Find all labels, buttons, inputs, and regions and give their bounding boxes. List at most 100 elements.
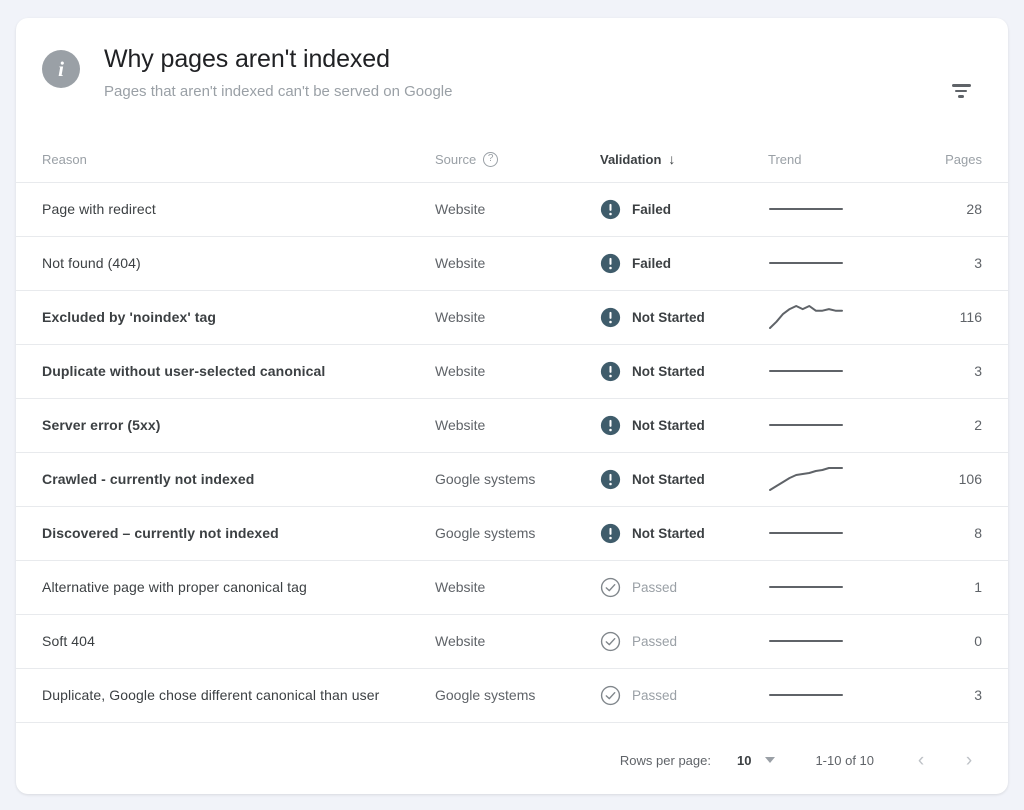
cell-reason[interactable]: Duplicate, Google chose different canoni… (16, 668, 434, 722)
page-root: i Why pages aren't indexed Pages that ar… (0, 0, 1024, 810)
cell-pages: 116 (959, 309, 982, 325)
cell-source: Website (435, 363, 486, 379)
column-header-source[interactable]: Source ? (434, 134, 599, 183)
status-badge: Passed (632, 687, 678, 703)
status-badge: Failed (632, 255, 672, 271)
cell-reason[interactable]: Crawled - currently not indexed (16, 452, 434, 506)
pagination-footer: Rows per page: 10 1-10 of 10 ‹ › (16, 726, 1008, 794)
column-header-source-label: Source (435, 151, 477, 167)
cell-pages: 3 (974, 363, 982, 379)
error-exclamation-icon (600, 199, 621, 220)
table-header-row: Reason Source ? Validation ↓ Trend Pages (16, 134, 1008, 183)
table-row[interactable]: Discovered – currently not indexed Google… (16, 506, 1008, 560)
column-header-reason[interactable]: Reason (16, 134, 434, 183)
cell-source: Website (435, 417, 486, 433)
table-row[interactable]: Duplicate, Google chose different canoni… (16, 668, 1008, 722)
error-exclamation-icon (600, 523, 621, 544)
trend-sparkline (768, 250, 911, 276)
status-badge: Not Started (632, 363, 705, 379)
cell-validation: Not Started (599, 398, 767, 452)
cell-reason[interactable]: Server error (5xx) (16, 398, 434, 452)
arrow-down-icon: ↓ (668, 151, 676, 168)
table-row[interactable]: Duplicate without user-selected canonica… (16, 344, 1008, 398)
pagination-range: 1-10 of 10 (815, 752, 874, 768)
cell-source: Website (435, 309, 486, 325)
chevron-down-icon[interactable] (765, 757, 776, 763)
status-badge: Not Started (632, 525, 705, 541)
cell-validation: Not Started (599, 452, 767, 506)
info-icon: i (42, 50, 80, 88)
chevron-right-icon[interactable]: › (956, 747, 982, 773)
status-badge: Not Started (632, 309, 705, 325)
cell-pages: 106 (958, 471, 982, 487)
page-title: Why pages aren't indexed (104, 45, 390, 73)
cell-reason[interactable]: Duplicate without user-selected canonica… (16, 344, 434, 398)
trend-sparkline (768, 304, 911, 330)
cell-reason[interactable]: Excluded by 'noindex' tag (16, 290, 434, 344)
table-row[interactable]: Server error (5xx) Website Not Started 2 (16, 398, 1008, 452)
table-row[interactable]: Excluded by 'noindex' tag Website Not Star… (16, 290, 1008, 344)
column-header-trend-label: Trend (768, 151, 802, 167)
status-badge: Passed (632, 633, 678, 649)
table-row[interactable]: Alternative page with proper canonical t… (16, 560, 1008, 614)
card-header: i Why pages aren't indexed Pages that ar… (16, 18, 1008, 134)
cell-reason[interactable]: Not found (404) (16, 236, 434, 290)
cell-validation: Not Started (599, 344, 767, 398)
column-header-validation-label: Validation (600, 151, 662, 167)
table-row[interactable]: Soft 404 Website Passed 0 (16, 614, 1008, 668)
check-circle-icon (600, 685, 621, 706)
cell-trend (767, 614, 912, 668)
cell-trend (767, 236, 912, 290)
trend-sparkline (768, 358, 911, 384)
cell-validation: Not Started (599, 290, 767, 344)
indexing-reasons-table: Reason Source ? Validation ↓ Trend Pages… (16, 134, 1008, 723)
cell-pages: 1 (974, 579, 982, 595)
table-row[interactable]: Crawled - currently not indexed Google sy… (16, 452, 1008, 506)
cell-validation: Failed (599, 182, 767, 236)
cell-pages: 3 (974, 255, 982, 271)
cell-trend (767, 506, 912, 560)
column-header-reason-label: Reason (42, 151, 87, 167)
trend-sparkline (768, 412, 911, 438)
cell-reason[interactable]: Alternative page with proper canonical t… (16, 560, 434, 614)
chevron-left-icon[interactable]: ‹ (908, 747, 934, 773)
table-row[interactable]: Page with redirect Website Failed 28 (16, 182, 1008, 236)
indexing-report-card: i Why pages aren't indexed Pages that ar… (16, 18, 1008, 794)
column-header-pages[interactable]: Pages (912, 134, 1008, 183)
cell-validation: Passed (599, 614, 767, 668)
cell-validation: Passed (599, 668, 767, 722)
table-header: Reason Source ? Validation ↓ Trend Pages (16, 134, 1008, 183)
help-icon[interactable]: ? (483, 151, 499, 167)
cell-source: Website (435, 579, 486, 595)
column-header-validation[interactable]: Validation ↓ (599, 134, 767, 183)
trend-sparkline (768, 574, 911, 600)
cell-reason[interactable]: Page with redirect (16, 182, 434, 236)
filter-icon[interactable] (944, 74, 978, 108)
check-circle-icon (600, 631, 621, 652)
cell-trend (767, 560, 912, 614)
page-subtitle: Pages that aren't indexed can't be serve… (104, 83, 453, 100)
cell-trend (767, 668, 912, 722)
cell-reason[interactable]: Discovered – currently not indexed (16, 506, 434, 560)
table-body: Page with redirect Website Failed 28 Not fou… (16, 182, 1008, 722)
cell-pages: 28 (966, 201, 982, 217)
cell-validation: Failed (599, 236, 767, 290)
error-exclamation-icon (600, 469, 621, 490)
table-row[interactable]: Not found (404) Website Failed 3 (16, 236, 1008, 290)
status-badge: Failed (632, 201, 672, 217)
cell-source: Google systems (435, 687, 536, 703)
cell-trend (767, 290, 912, 344)
status-badge: Not Started (632, 471, 705, 487)
trend-sparkline (768, 520, 911, 546)
rows-per-page-value[interactable]: 10 (737, 753, 751, 768)
rows-per-page-label: Rows per page: (619, 752, 711, 768)
column-header-trend[interactable]: Trend (767, 134, 912, 183)
status-badge: Passed (632, 579, 678, 595)
cell-source: Website (435, 633, 486, 649)
cell-reason[interactable]: Soft 404 (16, 614, 434, 668)
cell-trend (767, 344, 912, 398)
cell-pages: 3 (974, 687, 982, 703)
cell-source: Website (435, 255, 486, 271)
check-circle-icon (600, 577, 621, 598)
column-header-pages-label: Pages (945, 151, 982, 167)
